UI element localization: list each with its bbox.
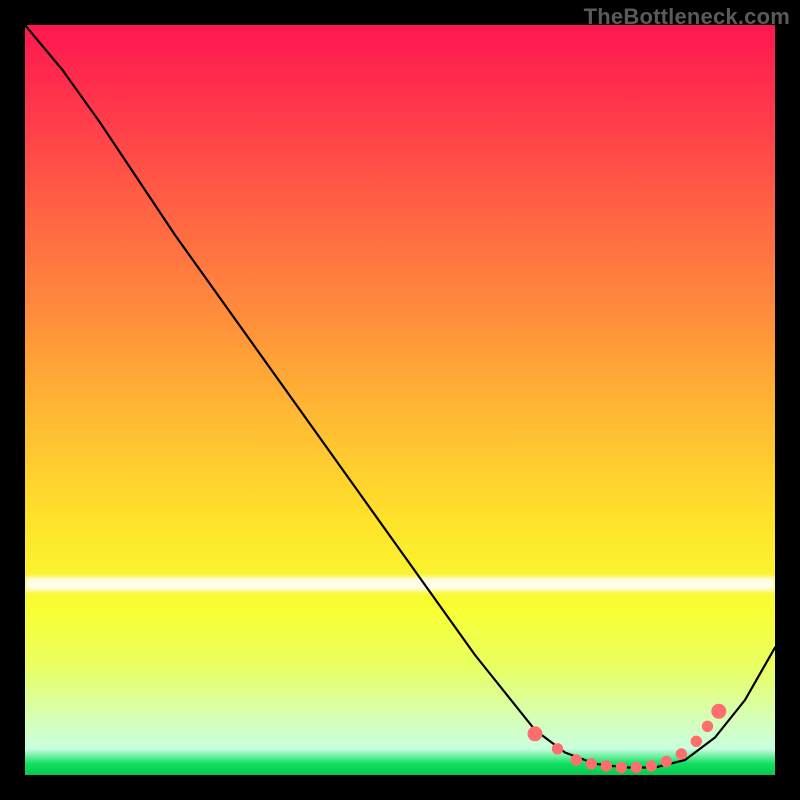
optimal-range-markers bbox=[528, 704, 726, 772]
marker-dot bbox=[646, 761, 656, 771]
marker-dot bbox=[528, 727, 542, 741]
marker-dot bbox=[571, 755, 581, 765]
plot-area bbox=[25, 25, 775, 775]
marker-dot bbox=[712, 704, 726, 718]
watermark-text: TheBottleneck.com bbox=[584, 4, 790, 30]
marker-dot bbox=[702, 721, 712, 731]
chart-frame: TheBottleneck.com bbox=[0, 0, 800, 800]
marker-dot bbox=[552, 744, 562, 754]
marker-dot bbox=[631, 762, 641, 772]
marker-dot bbox=[661, 756, 671, 766]
bottleneck-curve bbox=[25, 25, 775, 768]
chart-overlay bbox=[25, 25, 775, 775]
marker-dot bbox=[616, 762, 626, 772]
marker-dot bbox=[586, 759, 596, 769]
marker-dot bbox=[676, 749, 686, 759]
marker-dot bbox=[601, 761, 611, 771]
marker-dot bbox=[691, 736, 701, 746]
